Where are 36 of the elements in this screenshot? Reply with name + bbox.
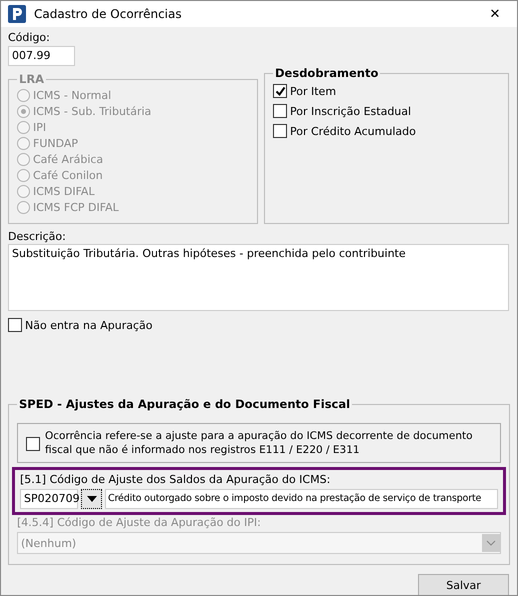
window-title: Cadastro de Ocorrências [34, 7, 183, 21]
lra-title: LRA [18, 72, 46, 86]
caret-icon [86, 496, 96, 502]
unfolding-title: Desdobramento [274, 66, 380, 80]
dropdown-button[interactable] [81, 489, 102, 509]
code-label: Código: [8, 31, 51, 44]
close-button[interactable]: ✕ [473, 1, 517, 27]
checkbox[interactable] [8, 318, 22, 332]
adjustment-code-field[interactable]: SP020709 [20, 489, 78, 509]
adjustment-description-field[interactable]: Crédito outorgado sobre o imposto devido na prestação de serviço de transporte [105, 489, 498, 509]
description-label: Descrição: [8, 230, 67, 243]
radio-label: FUNDAP [33, 136, 78, 150]
radio-label: ICMS - Normal [33, 88, 112, 102]
app-logo-icon [8, 5, 26, 23]
sped-title: SPED - Ajustes da Apuração e do Documento Fiscal [18, 397, 352, 411]
radio-label: ICMS - Sub. Tributária [33, 104, 152, 118]
description-field[interactable]: Substituição Tributária. Outras hipóteses - preenchida pelo contribuinte [8, 244, 509, 311]
radio-label: Café Conilon [33, 168, 103, 182]
icms-adjustment-label: [5.1] Código de Ajuste dos Saldos da Apuração do ICMS: [20, 473, 330, 486]
save-button[interactable]: Salvar [418, 574, 509, 595]
checkbox[interactable] [26, 437, 40, 451]
code-field[interactable]: 007.99 [8, 46, 75, 66]
checkbox-label: Por Crédito Acumulado [290, 124, 416, 138]
radio-label: IPI [33, 120, 46, 134]
radio-label: ICMS FCP DIFAL [33, 200, 119, 214]
chevron-down-icon [486, 540, 496, 546]
checkbox-label: Por Inscrição Estadual [290, 104, 412, 118]
checkbox-label: Não entra na Apuração [25, 318, 152, 332]
radio-label: ICMS DIFAL [33, 184, 95, 198]
checkbox-label: Por Item [290, 84, 336, 98]
checkbox[interactable] [273, 104, 287, 118]
checkbox[interactable] [273, 84, 287, 98]
checkbox[interactable] [273, 124, 287, 138]
checkbox-label: Ocorrência refere-se a ajuste para a apuração do ICMS decorrente de documento fiscal que não é informado nos registros E111 / E220 / E311 [45, 429, 474, 457]
ipi-adjustment-label: [4.5.4] Código de Ajuste da Apuração do IPI: [17, 516, 261, 529]
radio-label: Café Arábica [33, 152, 104, 166]
